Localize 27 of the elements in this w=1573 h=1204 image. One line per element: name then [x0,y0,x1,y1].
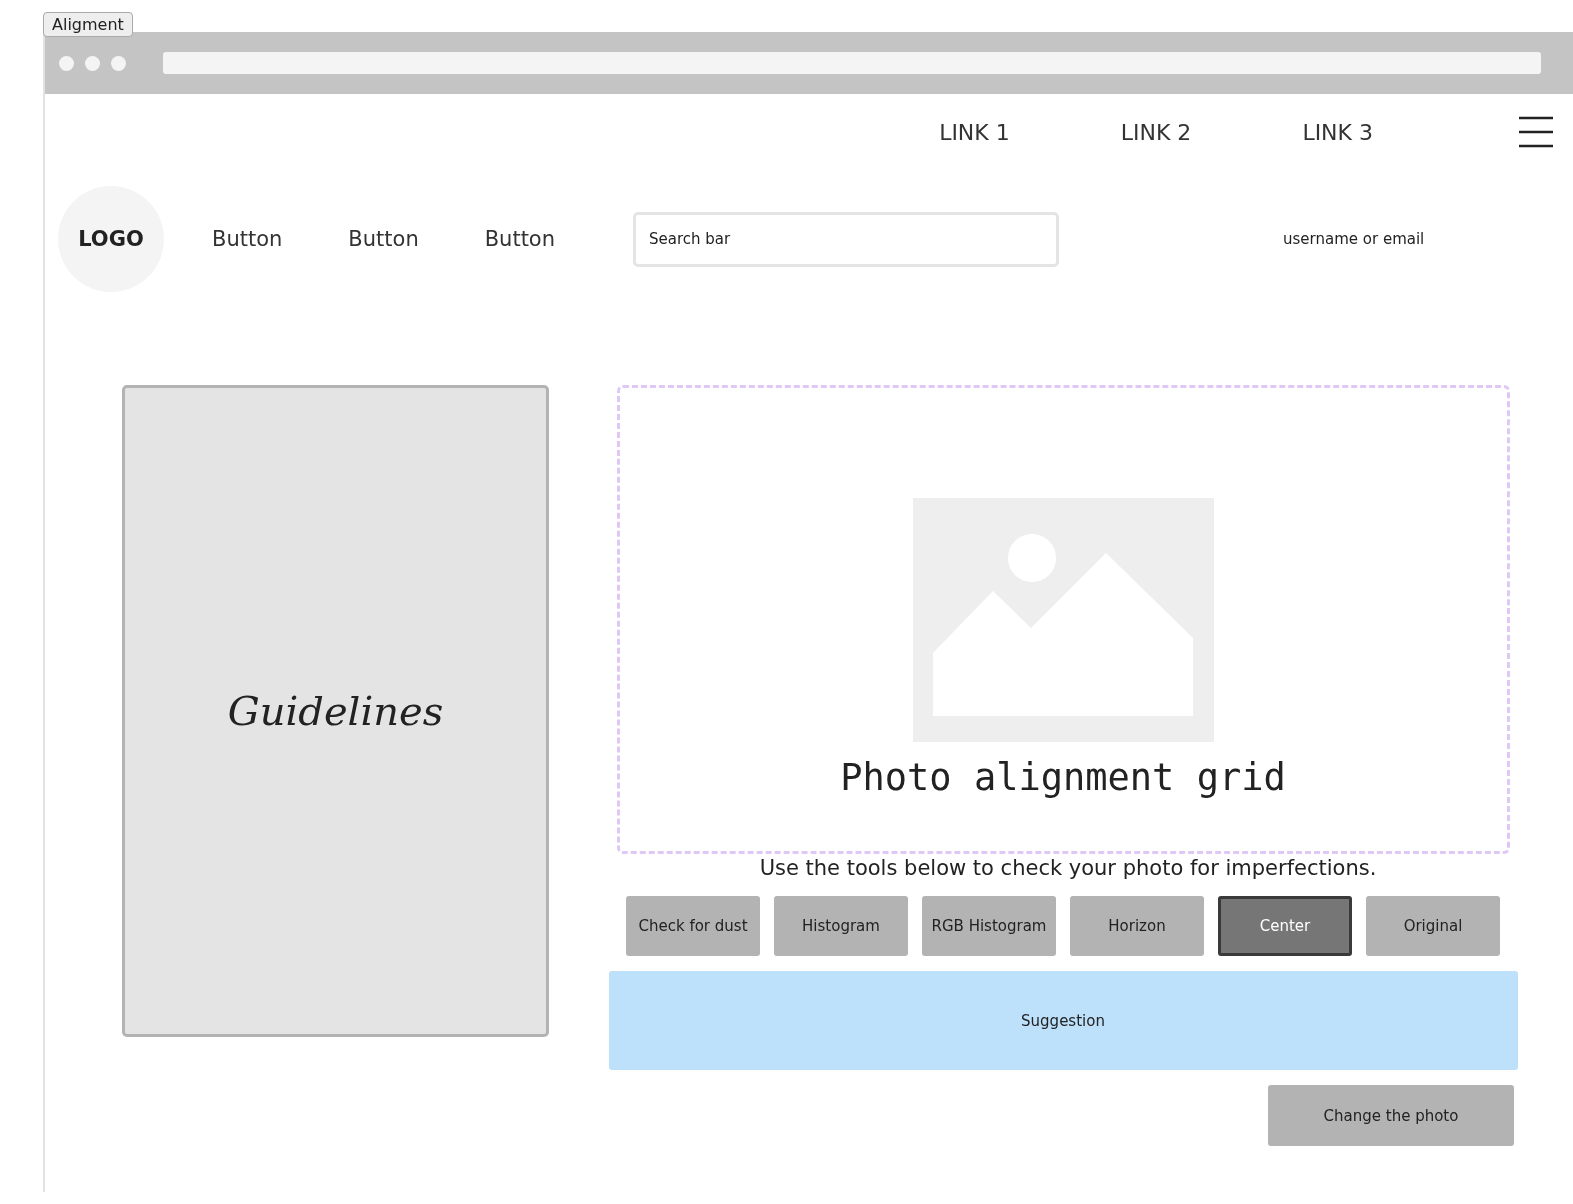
search-field[interactable]: Search bar [633,211,1060,267]
window-dot-icon[interactable] [59,55,74,71]
tool-button[interactable]: Center [1218,896,1352,956]
window-dot-icon[interactable] [111,55,126,71]
nav-link[interactable]: LINK 2 [1120,119,1192,145]
logo[interactable]: LOGO [58,186,164,292]
window-dot-icon[interactable] [85,55,100,71]
tool-button[interactable]: RGB Histogram [922,896,1056,956]
nav-link[interactable]: LINK 3 [1302,119,1373,145]
header-button[interactable]: Button [348,227,419,251]
user-label[interactable]: username or email [1283,230,1425,248]
suggestion-panel: Suggestion [608,971,1518,1070]
guidelines-panel: Guidelines [122,385,549,1037]
header-button[interactable]: Button [484,227,556,251]
photo-drop-area[interactable]: Photo alignment grid [616,385,1510,854]
tool-button[interactable]: Original [1366,896,1500,956]
header-button[interactable]: Button [212,227,283,251]
change-photo-button[interactable]: Change the photo [1268,1085,1514,1146]
tool-button[interactable]: Histogram [774,896,908,956]
address-bar[interactable] [163,52,1541,74]
tool-button[interactable]: Check for dust [626,896,760,956]
tool-button[interactable]: Horizon [1070,896,1204,956]
nav-link[interactable]: LINK 1 [939,119,1010,145]
instruction-text: Use the tools below to check your photo for imperfections. [759,856,1377,880]
page-tag: Aligment [43,12,133,37]
menu-icon[interactable] [1519,116,1553,148]
photo-title: Photo alignment grid [840,756,1286,799]
